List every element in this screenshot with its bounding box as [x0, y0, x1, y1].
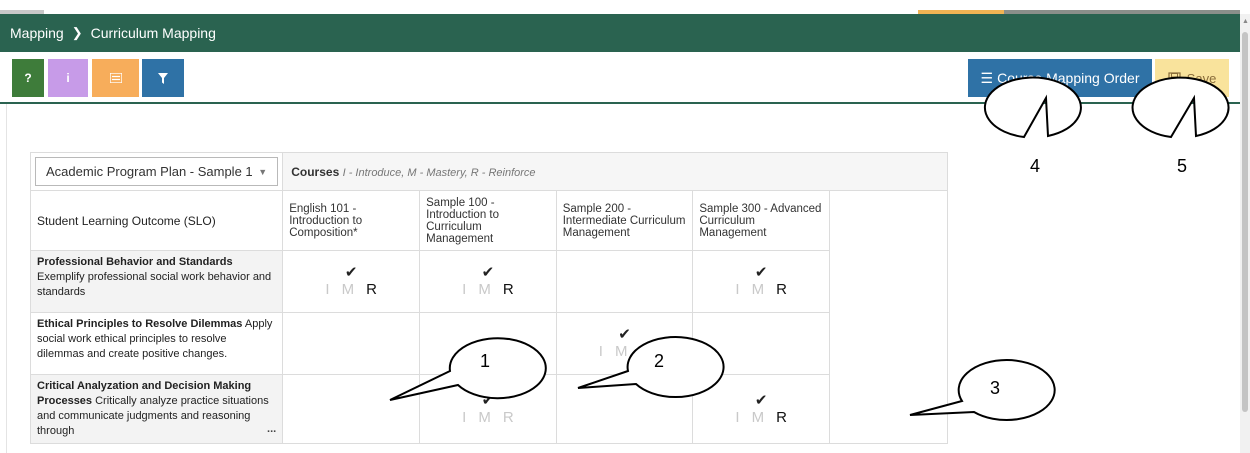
callout-label-1: 1 — [480, 351, 491, 371]
mapping-cell[interactable]: ✔ IMR — [419, 250, 557, 313]
callout-label-4: 4 — [1030, 156, 1041, 176]
course-header-sample-100: Sample 100 - Introduction to Curriculum … — [419, 190, 557, 251]
slo-title: Professional Behavior and Standards — [37, 256, 233, 268]
slo-cell: Ethical Principles to Resolve Dilemmas A… — [29, 312, 284, 375]
callout-label-2: 2 — [654, 351, 665, 371]
list-icon — [109, 73, 122, 83]
caret-down-icon: ▼ — [258, 166, 268, 177]
more-ellipsis[interactable]: ... — [267, 422, 276, 437]
help-button[interactable]: ? — [12, 59, 44, 97]
letter-m[interactable]: M — [752, 409, 765, 426]
save-label: Save — [1186, 70, 1217, 86]
filter-button[interactable] — [142, 59, 184, 97]
curriculum-map-table: Academic Program Plan - Sample 1 ▼ Cours… — [29, 152, 949, 444]
letter-m[interactable]: M — [478, 409, 491, 426]
mapping-cell[interactable]: ✔ IMR — [555, 312, 694, 375]
callout-label-3: 3 — [990, 378, 1001, 398]
course-header-sample-200: Sample 200 - Intermediate Curriculum Man… — [555, 190, 694, 251]
hamburger-icon: ☰ — [980, 69, 994, 86]
notes-button[interactable] — [92, 59, 139, 97]
plan-select-cell: Academic Program Plan - Sample 1 ▼ — [29, 152, 284, 191]
course-mapping-order-label: Course Mapping Order — [997, 70, 1140, 86]
letter-m[interactable]: M — [615, 343, 628, 360]
checkmark-icon[interactable]: ✔ — [693, 265, 829, 281]
plan-select[interactable]: Academic Program Plan - Sample 1 ▼ — [35, 157, 279, 186]
mapping-cell[interactable]: ✔ IMR — [692, 374, 830, 444]
toolbar-divider — [0, 102, 1240, 104]
letter-m[interactable]: M — [752, 281, 765, 298]
checkmark-icon[interactable]: ✔ — [420, 265, 556, 281]
vertical-scrollbar[interactable]: ▲ — [1240, 14, 1250, 453]
table-row: Critical Analyzation and Decision Making… — [29, 374, 948, 444]
content-left-border — [6, 104, 7, 453]
save-button[interactable]: Save — [1155, 59, 1229, 97]
letter-i[interactable]: I — [599, 343, 603, 360]
slo-cell: Critical Analyzation and Decision Making… — [29, 374, 284, 444]
course-mapping-order-button[interactable]: ☰ Course Mapping Order — [968, 59, 1152, 97]
checkmark-icon[interactable]: ✔ — [420, 392, 556, 409]
slo-description: Exemplify professional social work behav… — [37, 271, 272, 298]
mapping-cell[interactable] — [555, 374, 694, 444]
letter-r[interactable]: R — [366, 281, 377, 298]
callout-label-5: 5 — [1177, 156, 1188, 176]
table-filler — [828, 190, 949, 444]
filter-icon — [158, 72, 168, 84]
scrollbar-thumb[interactable] — [1242, 32, 1248, 412]
courses-title: Courses — [291, 164, 340, 179]
mapping-cell[interactable] — [555, 250, 694, 313]
letter-m[interactable]: M — [478, 281, 491, 298]
breadcrumb: Mapping ❯ Curriculum Mapping — [0, 14, 1240, 52]
courses-header: Courses I - Introduce, M - Mastery, R - … — [282, 152, 948, 191]
mapping-cell[interactable] — [282, 374, 421, 444]
floppy-disk-icon — [1168, 71, 1181, 85]
letter-r[interactable]: R — [639, 343, 650, 360]
letter-i[interactable]: I — [462, 281, 466, 298]
letter-i[interactable]: I — [462, 409, 466, 426]
letter-i[interactable]: I — [735, 281, 739, 298]
plan-select-value: Academic Program Plan - Sample 1 — [46, 164, 253, 179]
letter-r[interactable]: R — [503, 409, 514, 426]
mapping-cell[interactable]: ✔ IMR — [692, 250, 830, 313]
table-row: Professional Behavior and Standards Exem… — [29, 250, 948, 313]
mapping-cell[interactable]: ✔ IMR — [282, 250, 421, 313]
checkmark-icon[interactable]: ✔ — [557, 327, 693, 343]
mapping-cell[interactable] — [282, 312, 421, 375]
mapping-cell[interactable] — [692, 312, 830, 375]
courses-legend: I - Introduce, M - Mastery, R - Reinforc… — [342, 166, 536, 179]
letter-i[interactable]: I — [325, 281, 329, 298]
course-header-english-101: English 101 - Introduction to Compositio… — [282, 190, 421, 251]
letter-i[interactable]: I — [735, 409, 739, 426]
info-icon: i — [66, 71, 70, 85]
letter-r[interactable]: R — [776, 409, 787, 426]
mapping-cell[interactable]: ✔ IMR — [419, 374, 557, 444]
scroll-up-icon[interactable]: ▲ — [1242, 18, 1249, 25]
letter-r[interactable]: R — [776, 281, 787, 298]
info-button[interactable]: i — [48, 59, 88, 97]
slo-column-header: Student Learning Outcome (SLO) — [29, 190, 284, 251]
question-icon: ? — [24, 71, 32, 85]
slo-title: Ethical Principles to Resolve Dilemmas — [37, 318, 243, 330]
chevron-right-icon: ❯ — [71, 25, 83, 40]
breadcrumb-parent[interactable]: Mapping — [10, 25, 64, 41]
course-header-sample-300: Sample 300 - Advanced Curriculum Managem… — [692, 190, 830, 251]
checkmark-icon[interactable]: ✔ — [693, 392, 829, 409]
top-tabs-strip — [0, 0, 1250, 14]
letter-r[interactable]: R — [503, 281, 514, 298]
checkmark-icon[interactable]: ✔ — [283, 265, 419, 281]
letter-m[interactable]: M — [342, 281, 355, 298]
breadcrumb-current: Curriculum Mapping — [90, 25, 216, 41]
slo-cell: Professional Behavior and Standards Exem… — [29, 250, 284, 313]
